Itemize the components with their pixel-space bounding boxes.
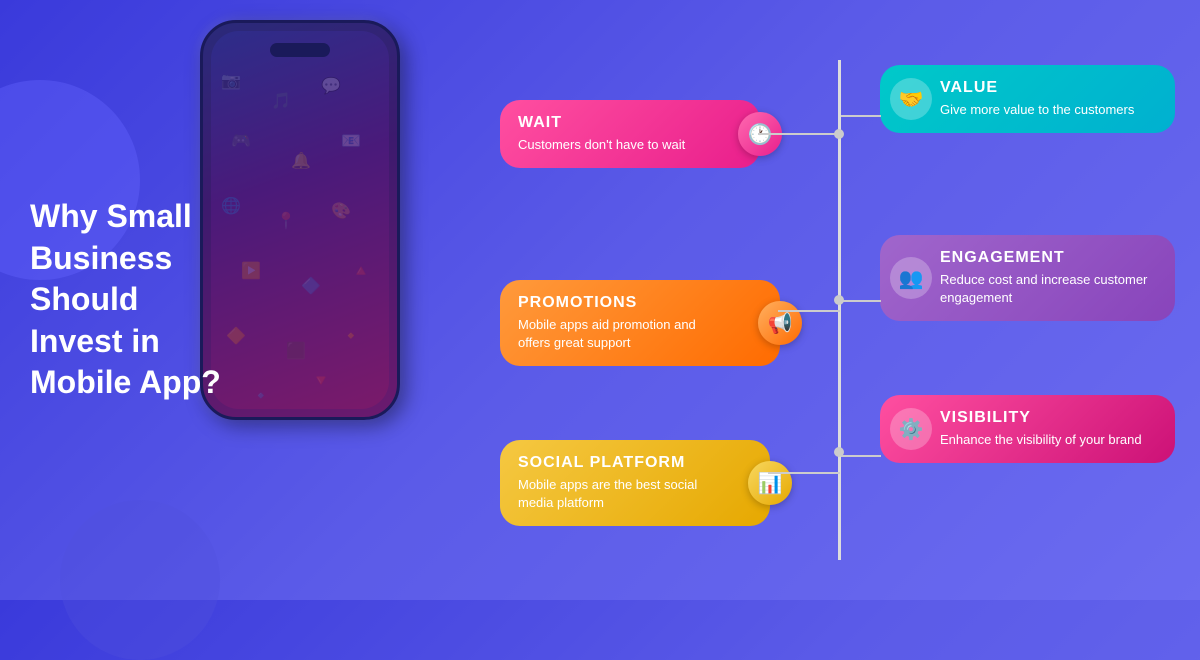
engagement-description: Reduce cost and increase customer engage… <box>940 271 1159 307</box>
promotions-h-connector <box>778 310 840 312</box>
social-description: Mobile apps are the best social media pl… <box>518 476 720 512</box>
promotions-title: PROMOTIONS <box>518 294 730 312</box>
wait-description: Customers don't have to wait <box>518 136 710 154</box>
engagement-h-connector <box>841 300 881 302</box>
promotions-card: PROMOTIONS Mobile apps aid promotion and… <box>500 280 780 366</box>
visibility-title: VISIBILITY <box>940 409 1159 427</box>
visibility-h-connector <box>841 455 881 457</box>
engagement-title: ENGAGEMENT <box>940 249 1159 267</box>
value-description: Give more value to the customers <box>940 101 1159 119</box>
value-icon: 🤝 <box>890 78 932 120</box>
wait-h-connector <box>758 133 840 135</box>
social-title: SOCIAL PLATFORM <box>518 454 720 472</box>
promotions-description: Mobile apps aid promotion and offers gre… <box>518 316 730 352</box>
bg-circle-bottom <box>60 500 220 660</box>
dot-social <box>834 447 844 457</box>
visibility-description: Enhance the visibility of your brand <box>940 431 1159 449</box>
wait-title: WAIT <box>518 114 710 132</box>
phone-notch <box>270 43 330 57</box>
promotions-icon: 📢 <box>758 301 802 345</box>
engagement-card: 👥 ENGAGEMENT Reduce cost and increase cu… <box>880 235 1175 321</box>
social-card: SOCIAL PLATFORM Mobile apps are the best… <box>500 440 770 526</box>
wait-card: WAIT Customers don't have to wait 🕐 <box>500 100 760 168</box>
social-h-connector <box>768 472 840 474</box>
engagement-icon: 👥 <box>890 257 932 299</box>
visibility-card: ⚙️ VISIBILITY Enhance the visibility of … <box>880 395 1175 463</box>
value-h-connector <box>841 115 881 117</box>
value-title: VALUE <box>940 79 1159 97</box>
value-card: 🤝 VALUE Give more value to the customers <box>880 65 1175 133</box>
visibility-icon: ⚙️ <box>890 408 932 450</box>
dot-promotions <box>834 295 844 305</box>
social-icon: 📊 <box>748 461 792 505</box>
phone-mockup: 📷 🎵 💬 🎮 🔔 📧 🌐 📍 🎨 ▶️ 🔷 🔺 🔶 ⬛ 🔸 🔹 🔻 <box>200 20 400 420</box>
page-title: Why Small Business Should Invest in Mobi… <box>30 196 230 404</box>
dot-wait <box>834 129 844 139</box>
phone-icons: 📷 🎵 💬 🎮 🔔 📧 🌐 📍 🎨 ▶️ 🔷 🔺 🔶 ⬛ 🔸 🔹 🔻 <box>211 31 389 409</box>
